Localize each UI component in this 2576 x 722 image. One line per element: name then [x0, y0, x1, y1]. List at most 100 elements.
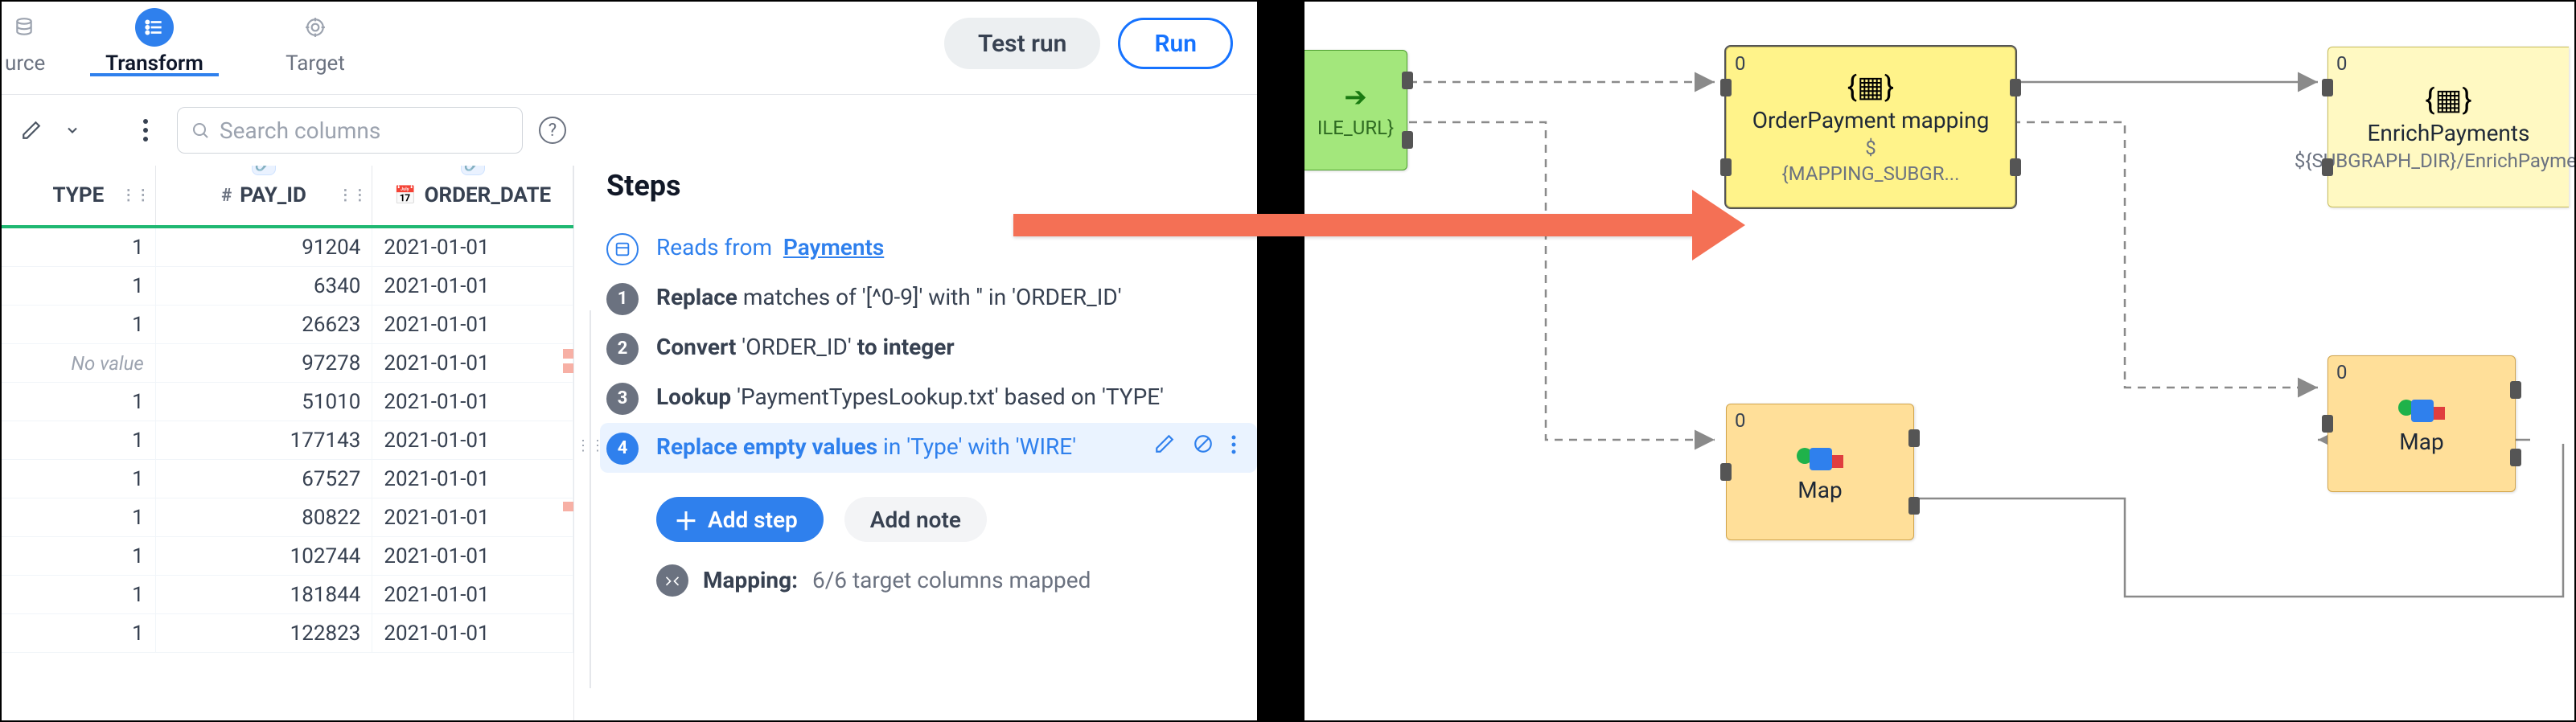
kebab-icon[interactable]: [130, 115, 161, 146]
step-1[interactable]: 1Replace matches of '[^0-9]' with '' in …: [606, 273, 1257, 323]
table-row[interactable]: 1510102021-01-01: [2, 383, 573, 421]
table-row[interactable]: 11818442021-01-01: [2, 576, 573, 614]
table-row[interactable]: 1266232021-01-01: [2, 306, 573, 344]
cell-date: 2021-01-01: [372, 576, 573, 613]
subgraph-icon: {▦}: [2425, 83, 2471, 117]
col-drag-icon[interactable]: ⋮⋮: [338, 187, 367, 204]
cell-type: 1: [2, 383, 156, 420]
node-source[interactable]: ➔ ILE_URL}: [1304, 50, 1407, 170]
mapping-footer[interactable]: Mapping: 6/6 target columns mapped: [606, 542, 1257, 597]
disable-icon[interactable]: [1193, 431, 1214, 464]
node-orderpayment-mapping[interactable]: 0 {▦} OrderPayment mapping $ {MAPPING_SU…: [1726, 47, 2015, 207]
col-header-payid[interactable]: 🔗 # PAY_ID ⋮⋮: [156, 166, 373, 225]
pencil-icon[interactable]: [16, 115, 47, 146]
cell-payid: 26623: [156, 306, 373, 343]
node-map-2[interactable]: 0 Map: [2327, 355, 2516, 492]
col-drag-icon[interactable]: ⋮⋮: [121, 187, 150, 204]
cell-payid: 6340: [156, 267, 373, 305]
mapping-label: Mapping:: [703, 567, 798, 593]
col-label: TYPE: [52, 183, 104, 207]
add-step-label: Add step: [708, 507, 798, 533]
table-row[interactable]: 1675272021-01-01: [2, 460, 573, 498]
node-title: EnrichPayments: [2367, 120, 2529, 146]
reads-from-link[interactable]: Payments: [783, 234, 884, 260]
node-sub2: {MAPPING_SUBGR...: [1782, 162, 1960, 185]
wrangler-panel: urce Transform Target Test run Run Sea: [0, 0, 1259, 722]
table-row[interactable]: No value972782021-01-01: [2, 344, 573, 383]
cell-date: 2021-01-01: [372, 306, 573, 343]
tab-target-label: Target: [286, 51, 345, 76]
cell-payid: 67527: [156, 460, 373, 498]
step-number: 1: [606, 283, 639, 315]
col-header-type[interactable]: TYPE ⋮⋮: [2, 166, 156, 225]
map-icon: [1797, 441, 1843, 470]
run-button[interactable]: Run: [1118, 18, 1233, 69]
tab-target[interactable]: Target: [235, 8, 396, 76]
reads-from-label: Reads from: [656, 234, 772, 260]
kebab-icon[interactable]: [1231, 431, 1236, 464]
step-4[interactable]: ⋮⋮4Replace empty values in 'Type' with '…: [600, 423, 1257, 473]
tab-transform[interactable]: Transform: [74, 8, 235, 76]
cell-payid: 51010: [156, 383, 373, 420]
cell-type: 1: [2, 306, 156, 343]
cell-type: 1: [2, 460, 156, 498]
tab-source-label: urce: [5, 51, 45, 76]
tab-source[interactable]: urce: [2, 8, 74, 76]
steps-panel: Steps Reads from Payments 1Replace match…: [574, 166, 1257, 720]
step-text: Convert 'ORDER_ID' to integer: [656, 331, 955, 364]
test-run-button[interactable]: Test run: [944, 18, 1100, 69]
cell-type: 1: [2, 576, 156, 613]
table-row[interactable]: 1912042021-01-01: [2, 228, 573, 267]
cell-type: 1: [2, 267, 156, 305]
step-2[interactable]: 2Convert 'ORDER_ID' to integer: [606, 323, 1257, 373]
edit-icon[interactable]: [1154, 431, 1175, 464]
record-count: 0: [1735, 52, 1746, 75]
target-icon: [296, 8, 335, 47]
cell-payid: 122823: [156, 614, 373, 652]
cell-type: 1: [2, 537, 156, 575]
cell-type: 1: [2, 421, 156, 459]
hash-icon: #: [221, 186, 232, 206]
cell-payid: 177143: [156, 421, 373, 459]
steps-connector: [590, 310, 591, 688]
add-note-button[interactable]: Add note: [844, 497, 987, 542]
table-row[interactable]: 11027442021-01-01: [2, 537, 573, 576]
cell-date: 2021-01-01: [372, 344, 573, 382]
table-row[interactable]: 1808222021-01-01: [2, 498, 573, 537]
record-count: 0: [1735, 409, 1746, 432]
step-reads-from[interactable]: Reads from Payments: [606, 224, 1257, 273]
cell-date: 2021-01-01: [372, 498, 573, 536]
graph-canvas[interactable]: ➔ ILE_URL} 0 {▦} OrderPayment mapping $ …: [1303, 0, 2576, 722]
col-label: PAY_ID: [240, 183, 306, 207]
cell-payid: 80822: [156, 498, 373, 536]
subgraph-icon: {▦}: [1847, 70, 1894, 104]
plus-icon: ＋: [674, 502, 698, 537]
search-icon: [191, 121, 210, 140]
drag-handle-icon[interactable]: ⋮⋮: [576, 436, 605, 457]
add-step-button[interactable]: ＋ Add step: [656, 497, 824, 542]
help-icon[interactable]: ?: [539, 117, 566, 144]
node-sub1: $: [1865, 137, 1876, 159]
steps-title: Steps: [606, 166, 1257, 224]
step-actions: [1154, 431, 1236, 464]
tabs-row: urce Transform Target Test run Run: [2, 2, 1257, 95]
arrow-right-icon: ➔: [1344, 81, 1367, 113]
cell-date: 2021-01-01: [372, 228, 573, 266]
cell-date: 2021-01-01: [372, 537, 573, 575]
cell-payid: 181844: [156, 576, 373, 613]
cell-type: 1: [2, 498, 156, 536]
col-header-orderdate[interactable]: 🔗 📅 ORDER_DATE: [372, 166, 573, 225]
chevron-down-icon[interactable]: [63, 115, 82, 146]
node-enrichpayments[interactable]: 0 {▦} EnrichPayments ${SUBGRAPH_DIR}/Enr…: [2327, 47, 2569, 207]
node-sub: ${SUBGRAPH_DIR}/EnrichPaymen...: [2295, 150, 2576, 172]
table-row[interactable]: 11228232021-01-01: [2, 614, 573, 653]
table-row[interactable]: 163402021-01-01: [2, 267, 573, 306]
cell-date: 2021-01-01: [372, 383, 573, 420]
cell-type: 1: [2, 614, 156, 652]
node-map-1[interactable]: 0 Map: [1726, 404, 1914, 540]
table-row[interactable]: 11771432021-01-01: [2, 421, 573, 460]
list-icon: [135, 8, 174, 47]
search-input[interactable]: Search columns: [177, 107, 523, 154]
record-count: 0: [2336, 361, 2348, 384]
step-3[interactable]: 3Lookup 'PaymentTypesLookup.txt' based o…: [606, 373, 1257, 423]
